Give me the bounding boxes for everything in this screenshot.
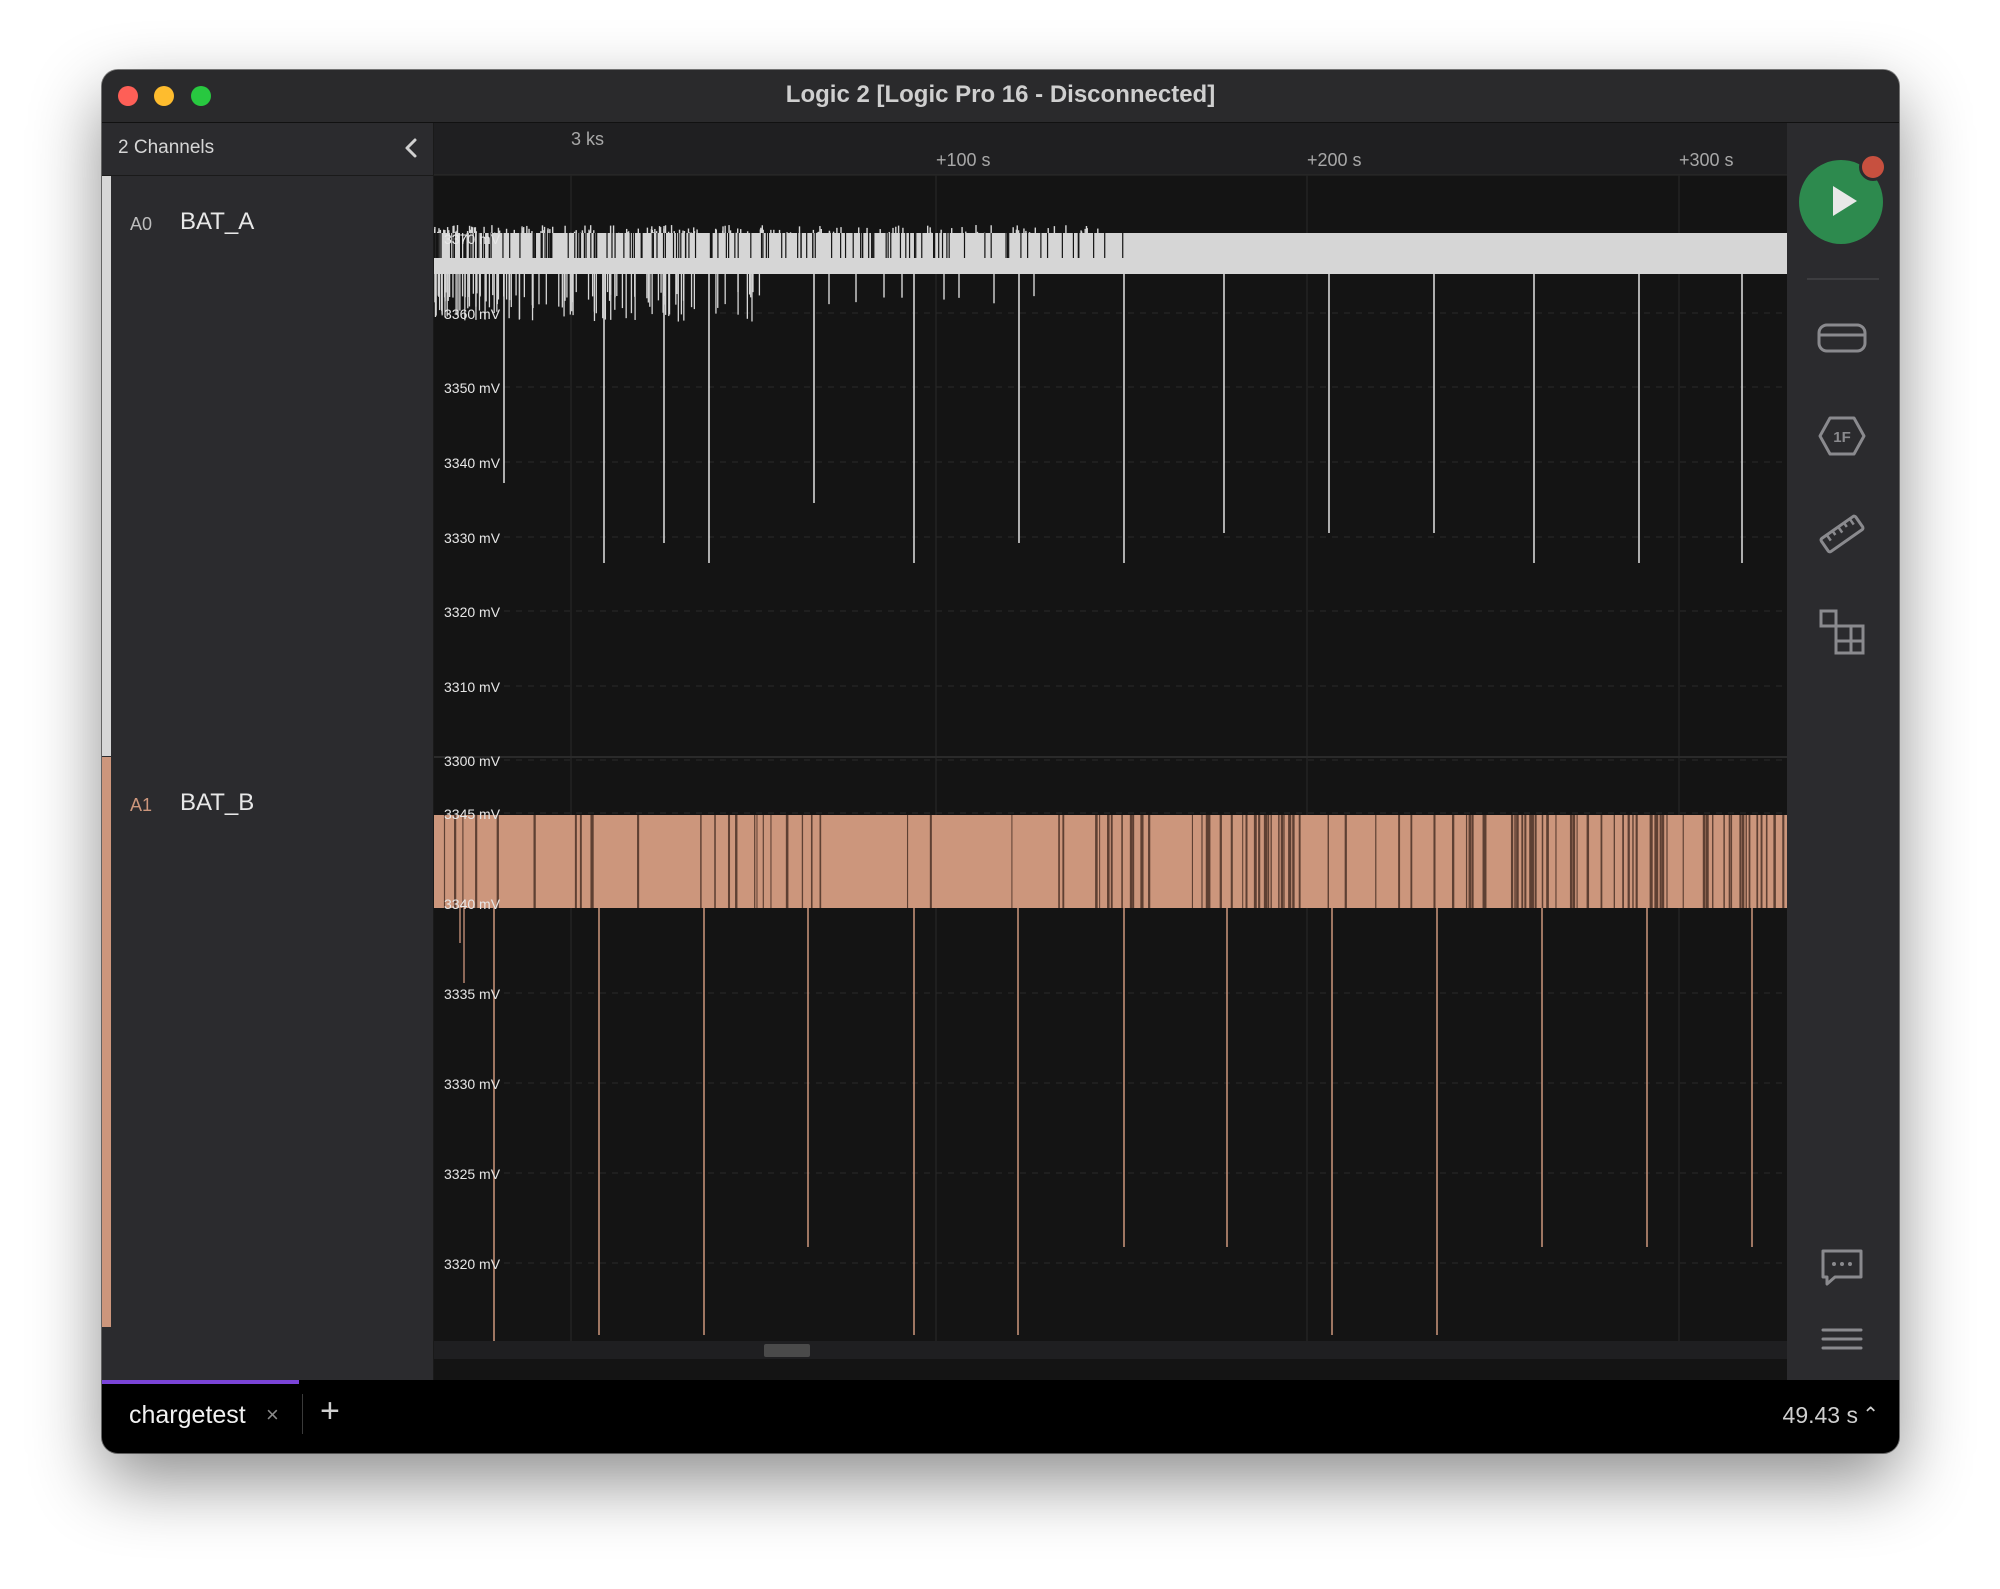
capture-duration[interactable]: 49.43 s [1783,1402,1858,1429]
timeline-origin-label: 3 ks [571,129,604,149]
tab-divider [302,1394,303,1434]
tab-bar: chargetest × + 49.43 s ⌃ [102,1380,1899,1453]
extensions-icon [1819,609,1865,655]
channel-a1[interactable]: A1 BAT_B [102,757,433,1327]
measure-icon [1819,514,1865,554]
close-tab-icon[interactable]: × [266,1402,279,1428]
feedback-button[interactable] [1817,1241,1867,1291]
timeline-tick: +200 s [1307,150,1362,170]
tab-chargetest[interactable]: chargetest [129,1401,246,1430]
channel-sidebar: 2 Channels A0 BAT_A A1 BAT_B [102,123,433,1380]
timeline-ruler-bg [434,123,1787,175]
y-axis-label: 3345 mV [444,806,501,822]
scrollbar-thumb[interactable] [764,1344,810,1357]
y-axis-label: 3310 mV [444,679,501,695]
waveform-canvas[interactable]: 3 ks +100 s +200 s +300 s 3370 mV 3360 m… [434,123,1787,1380]
play-icon [1833,186,1857,216]
y-axis-label: 3340 mV [444,455,501,471]
timeline-tick: +100 s [936,150,991,170]
device-settings-button[interactable] [1817,313,1867,363]
y-axis-label: 3330 mV [444,1076,501,1092]
channel-a0[interactable]: A0 BAT_A [102,176,433,756]
add-tab-button[interactable]: + [320,1392,340,1431]
svg-text:1F: 1F [1833,429,1851,446]
active-tab-indicator [102,1380,299,1384]
horizontal-scrollbar[interactable] [434,1341,1787,1359]
main-menu-button[interactable] [1817,1315,1867,1365]
channel-color-bar [102,757,111,1327]
device-icon [1817,323,1867,353]
app-window: Logic 2 [Logic Pro 16 - Disconnected] 2 … [102,70,1899,1453]
measurements-button[interactable] [1817,509,1867,559]
y-axis-label: 3320 mV [444,604,501,620]
chevron-left-icon [405,138,417,158]
y-axis-label: 3350 mV [444,380,501,396]
chevron-up-icon[interactable]: ⌃ [1862,1402,1879,1427]
collapse-sidebar-button[interactable] [396,133,426,163]
y-axis-label: 3370 mV [444,231,501,247]
channel-header: 2 Channels [102,123,433,176]
toolbar-separator [1807,278,1879,280]
y-axis-label: 3330 mV [444,530,501,546]
channel-color-bar [102,176,111,756]
right-toolbar: 1F [1787,123,1899,1380]
analyzer-icon: 1F [1818,416,1866,456]
feedback-icon [1821,1249,1863,1286]
y-axis-label: 3300 mV [444,753,501,769]
y-axis-label: 3325 mV [444,1166,501,1182]
y-axis-label: 3335 mV [444,986,501,1002]
extensions-button[interactable] [1817,607,1867,657]
menu-icon [1821,1328,1863,1350]
bat-b-signal-band [434,815,1787,908]
record-indicator [1859,153,1887,181]
timeline-tick: +300 s [1679,150,1734,170]
channel-id: A0 [130,214,153,234]
channel-name[interactable]: BAT_B [180,789,254,817]
title-bar: Logic 2 [Logic Pro 16 - Disconnected] [102,70,1899,123]
channel-name[interactable]: BAT_A [180,208,254,236]
y-axis-label: 3360 mV [444,306,501,322]
bat-a-signal-band [434,233,1787,274]
window-title: Logic 2 [Logic Pro 16 - Disconnected] [785,81,1216,108]
channel-count: 2 Channels [118,137,215,158]
y-axis-label: 3320 mV [444,1256,501,1272]
channel-id: A1 [130,795,153,815]
y-axis-label: 3340 mV [444,896,501,912]
analyzers-button[interactable]: 1F [1817,411,1867,461]
waveform-area[interactable]: 3 ks +100 s +200 s +300 s 3370 mV 3360 m… [434,123,1787,1380]
